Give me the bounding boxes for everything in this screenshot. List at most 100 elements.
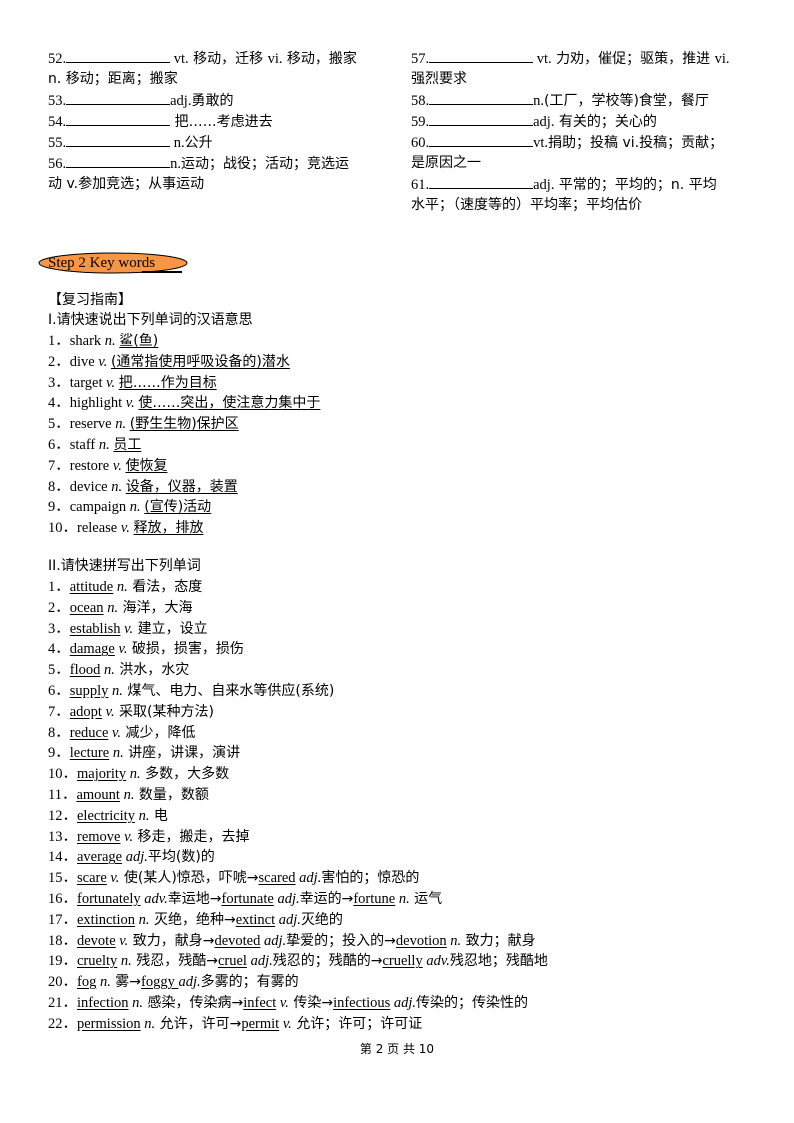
part-of-speech: n. (98, 437, 110, 453)
part-of-speech: n. (395, 891, 410, 907)
item-number: 6． (48, 683, 70, 699)
part-of-speech: v. (98, 353, 108, 370)
vocab-item: 5．reserve n. (野生生物)保护区 (48, 414, 239, 434)
answer-blank[interactable] (66, 153, 171, 168)
answer-word: supply (69, 683, 109, 699)
pos: vt. (536, 51, 552, 67)
spelling-item: 17． extinction n. 灭绝，绝种→extinct adj.灭绝的 (48, 910, 343, 930)
meaning: 把……考虑进去 (170, 114, 273, 130)
part-of-speech: v. (115, 932, 129, 949)
answer-blank[interactable] (66, 111, 171, 126)
answer-word: adopt (69, 703, 102, 720)
word: highlight (69, 395, 126, 412)
part-of-speech: v. (120, 620, 134, 637)
item-number: 8． (48, 724, 70, 741)
answer-word: cruelty (77, 953, 118, 970)
answer-word: scared (258, 870, 296, 887)
meaning: 平常的；平均的；n. 平均 (554, 177, 717, 193)
answer-word: lecture (69, 745, 110, 762)
answer-blank[interactable] (429, 174, 534, 189)
spelling-item: 12． electricity n. 电 (48, 806, 168, 826)
answer-word: devoted (214, 932, 261, 949)
spelling-item: 8． reduce v. 减少，降低 (48, 723, 195, 743)
meaning: 多雾的；有雾的 (200, 974, 299, 991)
spelling-item: 10． majority n. 多数，大多数 (48, 764, 229, 784)
item-number: 1． (48, 333, 70, 349)
section2-title: II.请快速拼写出下列单词 (48, 558, 201, 574)
pos: adj. (170, 93, 192, 109)
answer-blank[interactable] (429, 48, 534, 63)
meaning: 海洋，大海 (118, 599, 193, 616)
item-number: 53. (48, 93, 67, 109)
part-of-speech: adj. (275, 911, 301, 928)
item-number: 10． (48, 766, 77, 783)
part-of-speech: n. (446, 932, 462, 949)
item-number: 21． (48, 995, 77, 1011)
part-of-speech: n. (96, 974, 111, 991)
word: reserve (69, 416, 116, 433)
part-of-speech: adj. (246, 953, 273, 970)
spelling-item: 20． fog n. 雾→foggy adj.多雾的；有雾的 (48, 972, 299, 992)
meaning: 平均(数)的 (147, 849, 215, 866)
guide-title: 【复习指南】 (48, 292, 132, 308)
answer-blank[interactable] (66, 48, 171, 63)
vocab-item: 3．target v. 把……作为目标 (48, 373, 217, 393)
item-58: 58. n.(工厂，学校等)食堂，餐厅 (411, 90, 709, 111)
item-number: 22． (48, 1015, 77, 1032)
part-of-speech: n. (109, 745, 124, 762)
meaning: 电 (149, 807, 168, 824)
meaning: 移走，搬走，去掉 (133, 828, 250, 845)
meaning: 建立，设立 (133, 620, 208, 637)
step-badge: Step 2 Key words (38, 252, 188, 274)
item-number: 18． (48, 932, 77, 949)
answer-blank[interactable] (429, 90, 534, 105)
meaning: 数量，数额 (134, 787, 209, 803)
word: restore (69, 457, 113, 474)
item-number: 54. (48, 114, 67, 130)
answer-word: cruelly (382, 953, 423, 970)
item-61-cont: 水平；（速度等的）平均率；平均估价 (411, 197, 642, 213)
spelling-item: 5． flood n. 洪水，水灾 (48, 660, 189, 680)
word: dive (69, 353, 99, 370)
answer-word: establish (69, 620, 121, 637)
spelling-item: 22． permission n. 允许，许可→permit v. 允许；许可；… (48, 1014, 422, 1034)
part-of-speech: n. (103, 599, 119, 616)
page-footer: 第 2 页 共 10 (359, 1042, 435, 1056)
vocab-item: 1．shark n. 鲨(鱼) (48, 331, 158, 351)
answer-word: fortunately (77, 891, 141, 907)
meaning: 鲨(鱼) (119, 333, 159, 349)
word: device (69, 478, 112, 495)
item-53: 53. adj.勇敢的 (48, 90, 233, 111)
item-57-cont: 强烈要求 (411, 71, 467, 87)
part-of-speech: n. (119, 787, 135, 803)
part-of-speech: n. (117, 953, 132, 970)
item-56: 56. n.运动；战役；活动；竞选运 (48, 153, 349, 174)
part-of-speech: n. (129, 499, 141, 516)
part-of-speech: v. (125, 395, 135, 412)
answer-blank[interactable] (429, 132, 534, 147)
item-number: 1． (48, 579, 70, 595)
part-of-speech: v. (279, 1015, 292, 1032)
pos: vi. (714, 51, 730, 67)
item-52: 52. vt. 移动，迁移 vi. 移动，搬家 (48, 48, 357, 69)
part-of-speech: n. (108, 683, 123, 699)
item-number: 5． (48, 662, 70, 679)
spelling-item: 15． scare v. 使(某人)惊恐，吓唬→scared adj.害怕的；惊… (48, 868, 419, 888)
meaning: 幸运地→ (167, 891, 222, 907)
meaning: (通常指使用呼吸设备的)潜水 (110, 353, 290, 370)
answer-blank[interactable] (66, 132, 171, 147)
pos: vt. (533, 135, 549, 151)
meaning: 有关的；关心的 (554, 114, 657, 130)
item-number: 13． (48, 828, 77, 845)
item-number: 60. (411, 135, 430, 151)
answer-blank[interactable] (66, 90, 171, 105)
meaning: 残忍，残酷→ (131, 953, 218, 970)
answer-blank[interactable] (429, 111, 534, 126)
item-54: 54. 把……考虑进去 (48, 111, 273, 132)
answer-word: permission (77, 1015, 141, 1032)
answer-word: infection (77, 995, 129, 1011)
meaning: 害怕的；惊恐的 (321, 870, 420, 887)
item-number: 4． (48, 641, 70, 658)
item-number: 5． (48, 416, 70, 433)
pos: vi. (267, 51, 283, 67)
